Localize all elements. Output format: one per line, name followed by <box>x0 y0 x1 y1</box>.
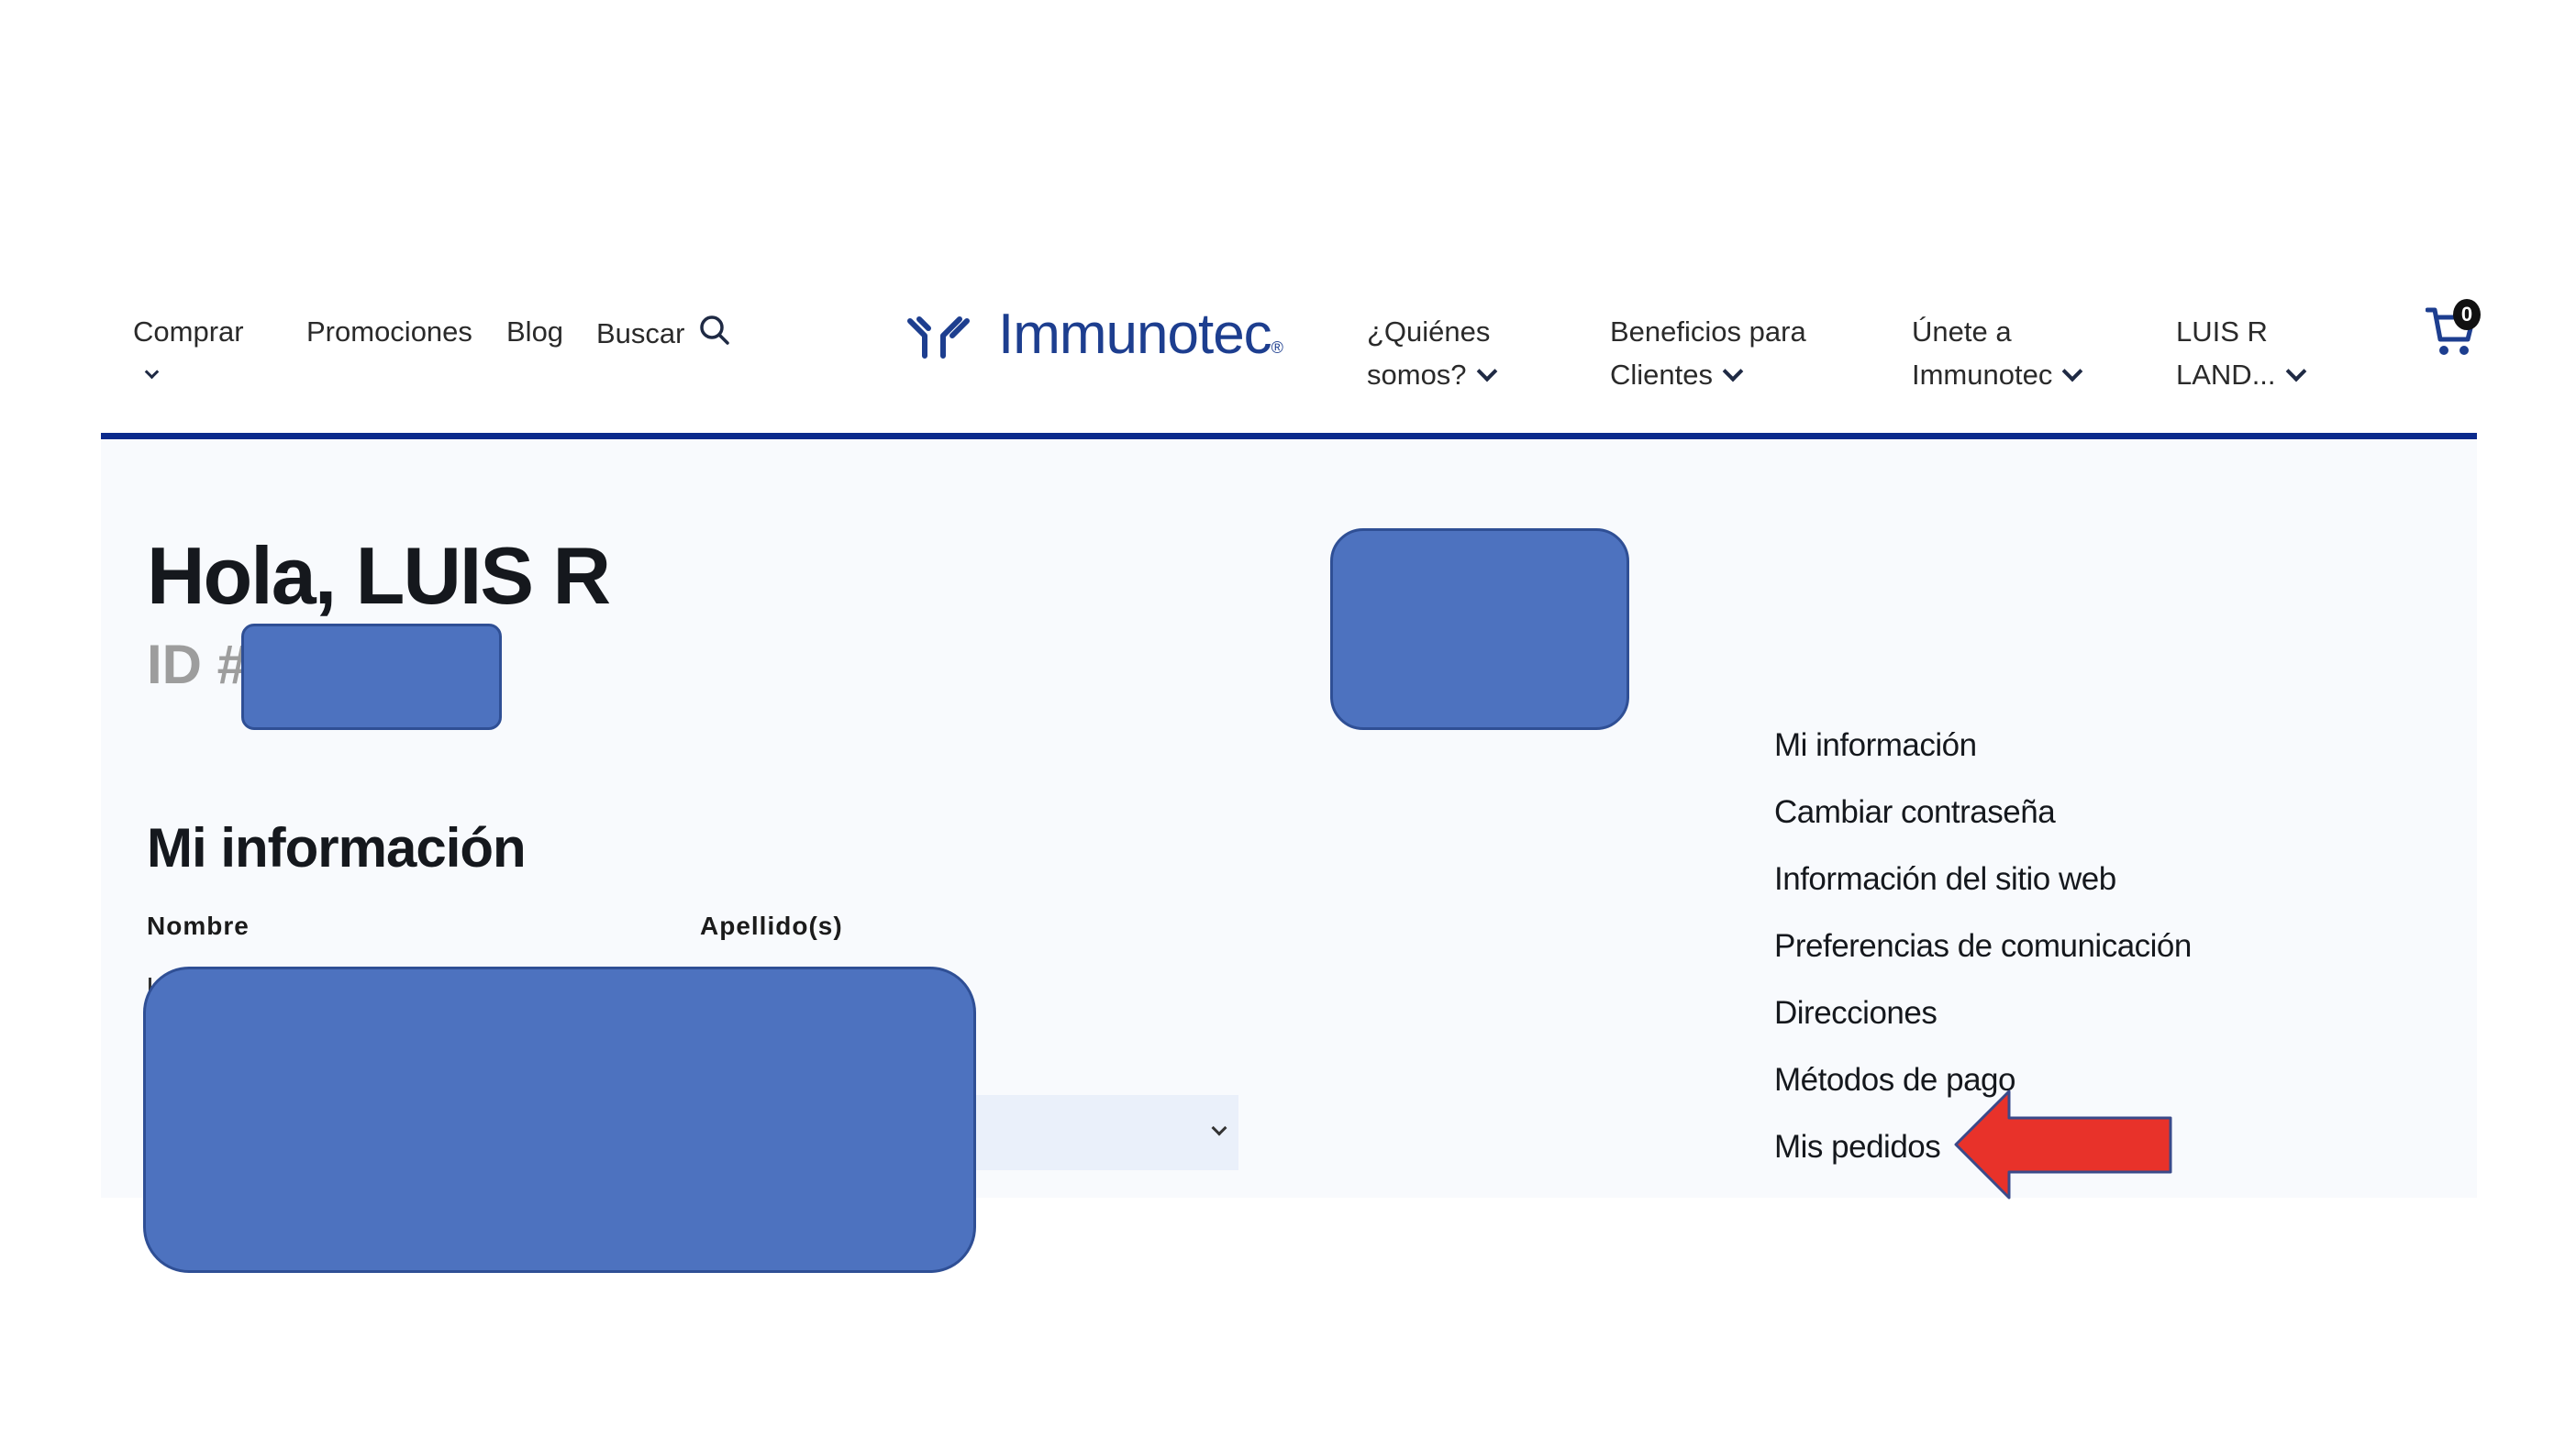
form-select[interactable] <box>972 1095 1238 1170</box>
arrow-left-icon <box>1954 1090 2172 1200</box>
search-icon <box>700 315 729 345</box>
chevron-down-icon[interactable] <box>144 364 160 380</box>
menu-item-my-orders[interactable]: Mis pedidos <box>1774 1126 1941 1168</box>
nav-shop-label: Comprar <box>133 315 244 348</box>
nav-user-line1: LUIS R <box>2176 315 2268 348</box>
chevron-down-icon <box>2062 360 2083 382</box>
nav-about-line2: somos? <box>1367 359 1467 391</box>
nav-user-line2: LAND... <box>2176 359 2276 391</box>
last-name-label: Apellido(s) <box>700 912 843 940</box>
registered-mark: ® <box>1271 338 1283 357</box>
menu-item-my-info[interactable]: Mi información <box>1774 725 1977 767</box>
header-divider <box>101 433 2477 439</box>
menu-item-communication-preferences[interactable]: Preferencias de comunicación <box>1774 925 2192 968</box>
section-title-my-info: Mi información <box>147 817 527 879</box>
cart-count-badge: 0 <box>2453 299 2481 330</box>
nav-promotions-label: Promociones <box>306 315 472 348</box>
nav-benefits-line2: Clientes <box>1610 359 1713 391</box>
immunotec-logo-mark-icon <box>907 316 970 359</box>
page-greeting: Hola, LUIS R <box>147 530 611 621</box>
nav-join-line2: Immunotec <box>1912 359 2053 391</box>
nav-join[interactable]: Únete a Immunotec <box>1912 310 2083 396</box>
nav-benefits[interactable]: Beneficios para Clientes <box>1610 310 1806 396</box>
chevron-down-icon <box>1722 360 1744 382</box>
nav-blog[interactable]: Blog <box>506 310 563 353</box>
brand-logo-text: Immunotec® <box>998 303 1283 366</box>
redaction-profile-image <box>1330 528 1629 730</box>
nav-search-label: Buscar <box>596 317 685 349</box>
redaction-member-id <box>241 624 502 730</box>
menu-item-website-info[interactable]: Información del sitio web <box>1774 858 2116 901</box>
menu-item-addresses[interactable]: Direcciones <box>1774 992 1938 1034</box>
nav-user-account[interactable]: LUIS R LAND... <box>2176 310 2306 396</box>
nav-shop[interactable]: Comprar <box>133 310 244 353</box>
menu-item-change-password[interactable]: Cambiar contraseña <box>1774 791 2056 834</box>
member-id-label: ID # <box>147 634 249 695</box>
nav-search[interactable]: Buscar <box>596 310 731 355</box>
nav-join-line1: Únete a <box>1912 315 2012 348</box>
nav-about[interactable]: ¿Quiénes somos? <box>1367 310 1497 396</box>
nav-benefits-line1: Beneficios para <box>1610 315 1806 348</box>
chevron-down-icon <box>1476 360 1497 382</box>
redaction-form-fields <box>143 967 976 1273</box>
brand-logo[interactable]: Immunotec® <box>906 303 1283 369</box>
nav-about-line1: ¿Quiénes <box>1367 315 1491 348</box>
nav-promotions[interactable]: Promociones <box>306 310 472 353</box>
nav-blog-label: Blog <box>506 315 564 348</box>
first-name-label: Nombre <box>147 912 250 940</box>
chevron-down-icon <box>2285 360 2306 382</box>
